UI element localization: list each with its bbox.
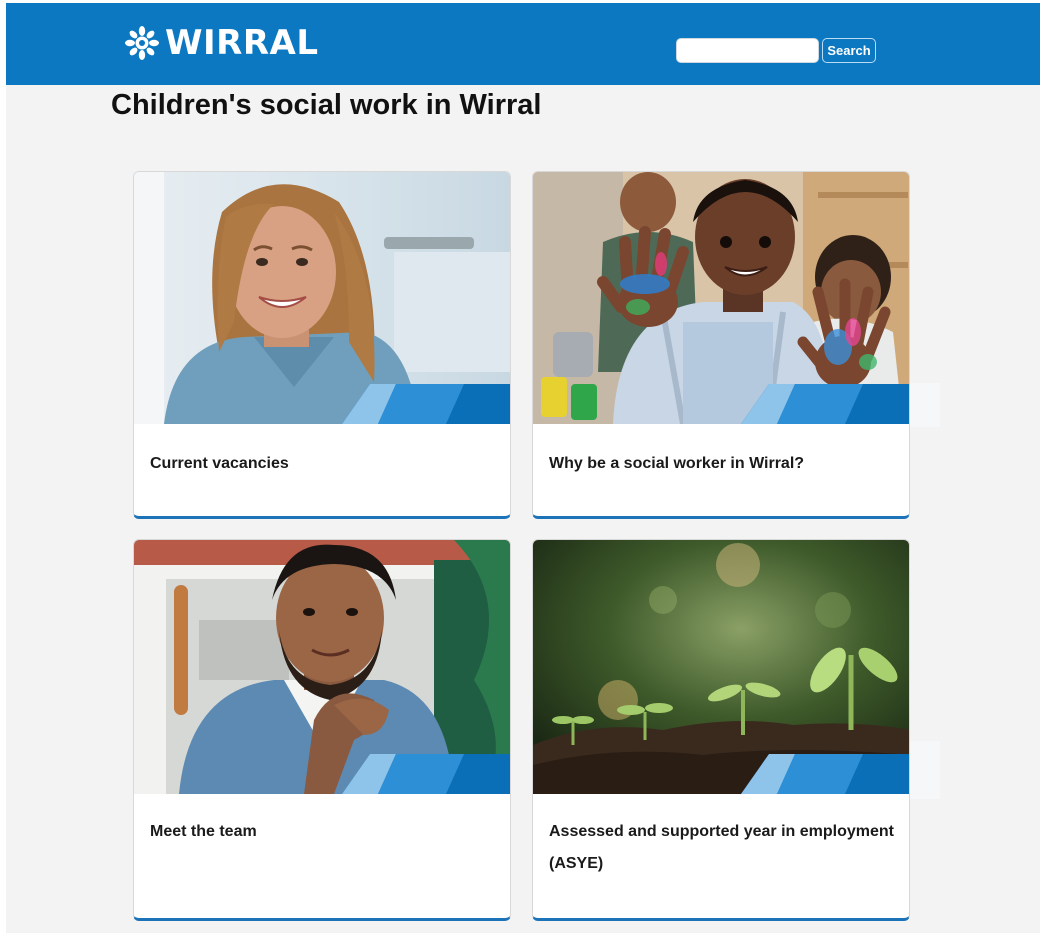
page-background: WIRRAL Search Children's social work in …: [6, 3, 1040, 933]
banner-overflow: [910, 741, 940, 799]
page-title: Children's social work in Wirral: [111, 89, 542, 121]
card-title: Current vacancies: [150, 455, 289, 472]
seedlings-in-soil-photo: [533, 540, 909, 794]
logo-text: WIRRAL: [165, 23, 319, 63]
logo-emblem-icon: [125, 26, 159, 60]
site-header: WIRRAL Search: [6, 3, 1040, 85]
wirral-logo[interactable]: WIRRAL: [122, 25, 319, 61]
banner-overflow: [910, 383, 940, 427]
search-button[interactable]: Search: [822, 38, 876, 63]
search-input[interactable]: [676, 38, 819, 63]
card-title: Meet the team: [150, 823, 257, 840]
card-meet-the-team[interactable]: Meet the team: [133, 539, 511, 921]
card-title: Assessed and supported year in employmen…: [549, 823, 894, 872]
child-painted-hands-photo: [533, 172, 909, 424]
card-title: Why be a social worker in Wirral?: [549, 455, 805, 472]
card-asye[interactable]: Assessed and supported year in employmen…: [532, 539, 910, 921]
woman-smiling-photo: [134, 172, 510, 424]
card-why-social-worker[interactable]: Why be a social worker in Wirral?: [532, 171, 910, 519]
card-current-vacancies[interactable]: Current vacancies: [133, 171, 511, 519]
man-denim-jacket-photo: [134, 540, 510, 794]
